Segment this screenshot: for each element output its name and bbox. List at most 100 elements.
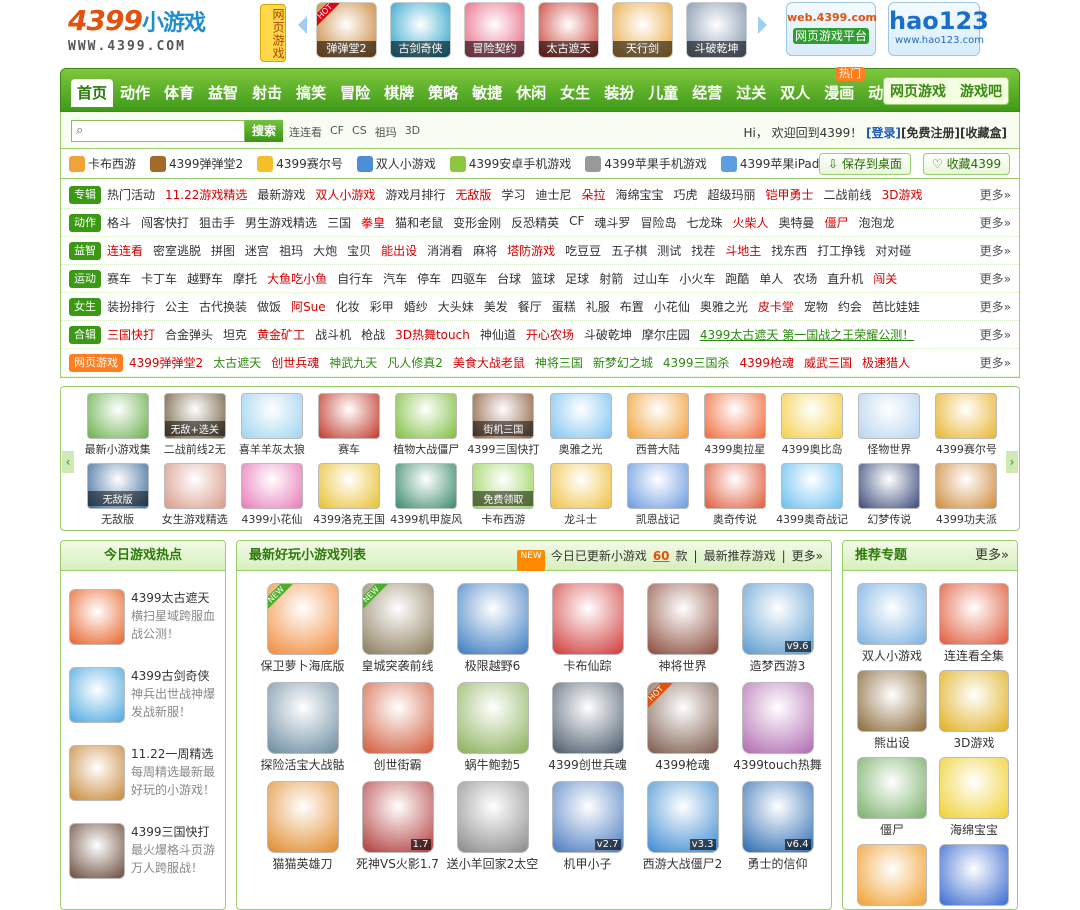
new-game-tile[interactable]: 送小羊回家2太空 [445, 781, 540, 872]
nav-item[interactable]: 动作 [113, 79, 157, 107]
recommended-topic[interactable]: 熊出设 [851, 670, 933, 751]
carousel-game[interactable]: 4399奥比岛 [773, 393, 850, 457]
carousel-right-arrow-icon[interactable]: › [1006, 451, 1018, 473]
carousel-game[interactable]: 喜羊羊灰太狼 [233, 393, 310, 457]
recommended-topic[interactable]: 僵尸 [851, 757, 933, 838]
nav-item[interactable]: 过关 [729, 79, 773, 107]
carousel-game[interactable]: 4399功夫派 [928, 463, 1005, 527]
category-link[interactable]: 七龙珠 [686, 214, 722, 231]
header-game-tile[interactable]: 太古遮天 [538, 2, 599, 58]
recommended-topic[interactable]: 双人小游戏 [851, 583, 933, 664]
category-link[interactable]: 冒险岛 [640, 214, 676, 231]
category-link[interactable]: 摩托 [233, 270, 257, 287]
carousel-game[interactable]: 奥雅之光 [542, 393, 619, 457]
nav-item[interactable]: 射击 [245, 79, 289, 107]
nav-item[interactable]: 冒险 [333, 79, 377, 107]
category-more-link[interactable]: 更多» [980, 326, 1011, 343]
category-link[interactable]: 台球 [497, 270, 521, 287]
category-link[interactable]: 闯客快打 [141, 214, 189, 231]
category-link[interactable]: 超级玛丽 [708, 186, 756, 203]
header-game-tile[interactable]: 古剑奇侠 [390, 2, 451, 58]
new-game-tile[interactable]: 探险活宝大战骷 [255, 682, 350, 773]
category-link[interactable]: 开心农场 [526, 326, 574, 343]
carousel-game[interactable]: 怪物世界 [851, 393, 928, 457]
category-link[interactable]: 单人 [759, 270, 783, 287]
nav-item[interactable]: 经营 [685, 79, 729, 107]
carousel-game[interactable]: 赛车 [310, 393, 387, 457]
category-link[interactable]: 消消看 [427, 242, 463, 259]
category-link[interactable]: 小火车 [679, 270, 715, 287]
recommend-link[interactable]: 最新推荐游戏 [704, 541, 776, 571]
carousel-game[interactable]: 奥奇传说 [696, 463, 773, 527]
search-button[interactable]: 搜索 [245, 120, 283, 142]
category-link[interactable]: 吃豆豆 [565, 242, 601, 259]
category-link[interactable]: 创世兵魂 [271, 354, 319, 371]
category-link[interactable]: 三国 [327, 214, 351, 231]
carousel-prev-icon[interactable] [298, 16, 307, 34]
category-link[interactable]: 海绵宝宝 [615, 186, 663, 203]
category-link[interactable]: 塔防游戏 [507, 242, 555, 259]
category-link[interactable]: 宠物 [804, 298, 828, 315]
category-link[interactable]: 拼图 [211, 242, 235, 259]
nav-game-forum[interactable]: 游戏吧 [960, 81, 1002, 101]
carousel-game[interactable]: 最新小游戏集 [79, 393, 156, 457]
category-link[interactable]: 4399枪魂 [739, 354, 794, 371]
category-link[interactable]: 神武九天 [329, 354, 377, 371]
category-link[interactable]: 找东西 [771, 242, 807, 259]
recommended-more-link[interactable]: 更多» [975, 541, 1009, 571]
nav-item[interactable]: 女生 [553, 79, 597, 107]
nav-web-games[interactable]: 网页游戏 [890, 81, 946, 101]
category-link[interactable]: 男生游戏精选 [245, 214, 317, 231]
nav-item[interactable]: 装扮 [597, 79, 641, 107]
recommended-topic[interactable]: 连连看全集 [933, 583, 1015, 664]
category-tag[interactable]: 动作 [69, 213, 101, 232]
category-link[interactable]: 威武三国 [804, 354, 852, 371]
category-link[interactable]: 泡泡龙 [859, 214, 895, 231]
category-link[interactable]: 连连看 [107, 242, 143, 259]
category-link[interactable]: 游戏月排行 [385, 186, 445, 203]
new-game-tile[interactable]: 4399touch热舞 [730, 682, 825, 773]
hot-today-item[interactable]: 4399三国快打 最火爆格斗页游万人跨服战！ [69, 823, 219, 879]
new-game-tile[interactable]: 1.7 死神VS火影1.7 [350, 781, 445, 872]
category-link[interactable]: 迷宫 [245, 242, 269, 259]
web-game-platform-button[interactable]: web.4399.com 网页游戏平台 [786, 2, 877, 56]
category-link[interactable]: 麻将 [473, 242, 497, 259]
category-link[interactable]: 巧虎 [674, 186, 698, 203]
category-link[interactable]: 拳皇 [361, 214, 385, 231]
category-link[interactable]: 铠甲勇士 [766, 186, 814, 203]
nav-item[interactable]: 体育 [157, 79, 201, 107]
quick-link[interactable]: 4399弹弹堂2 [150, 155, 243, 172]
category-link[interactable]: 美发 [484, 298, 508, 315]
category-link[interactable]: 迪士尼 [535, 186, 571, 203]
hao123-button[interactable]: hao123 www.hao123.com [888, 2, 989, 56]
category-link[interactable]: 大炮 [313, 242, 337, 259]
category-link[interactable]: 坦克 [223, 326, 247, 343]
category-link[interactable]: 三国快打 [107, 326, 155, 343]
category-link[interactable]: 黄金矿工 [257, 326, 305, 343]
carousel-left-arrow-icon[interactable]: ‹ [62, 451, 74, 473]
hot-word-link[interactable]: 连连看 [289, 124, 322, 140]
category-more-link[interactable]: 更多» [980, 298, 1011, 315]
category-link[interactable]: 芭比娃娃 [872, 298, 920, 315]
more-link[interactable]: 更多» [792, 541, 823, 571]
category-link[interactable]: 新梦幻之城 [593, 354, 653, 371]
carousel-game[interactable]: 街机三国 4399三国快打 [465, 393, 542, 457]
category-link[interactable]: 摩尔庄园 [642, 326, 690, 343]
category-link[interactable]: 餐厅 [518, 298, 542, 315]
category-tag[interactable]: 专辑 [69, 185, 101, 204]
category-link[interactable]: 古代换装 [199, 298, 247, 315]
favorite-button[interactable]: ♡ 收藏4399 [923, 153, 1011, 175]
category-more-link[interactable]: 更多» [980, 186, 1011, 203]
category-link[interactable]: 越野车 [187, 270, 223, 287]
hot-today-item[interactable]: 4399古剑奇侠 神兵出世战神爆发战新服！ [69, 667, 219, 723]
new-game-tile[interactable]: v3.3 西游大战僵尸2 [635, 781, 730, 872]
category-link[interactable]: 礼服 [586, 298, 610, 315]
category-link[interactable]: 找茬 [691, 242, 715, 259]
carousel-game[interactable]: 无敌+选关 二战前线2无 [156, 393, 233, 457]
category-link[interactable]: 直升机 [827, 270, 863, 287]
category-link[interactable]: 斗地主 [725, 242, 761, 259]
category-link[interactable]: 皮卡堂 [758, 298, 794, 315]
category-link[interactable]: 反恐精英 [511, 214, 559, 231]
category-link[interactable]: 婚纱 [404, 298, 428, 315]
category-link[interactable]: 美食大战老鼠 [453, 354, 525, 371]
